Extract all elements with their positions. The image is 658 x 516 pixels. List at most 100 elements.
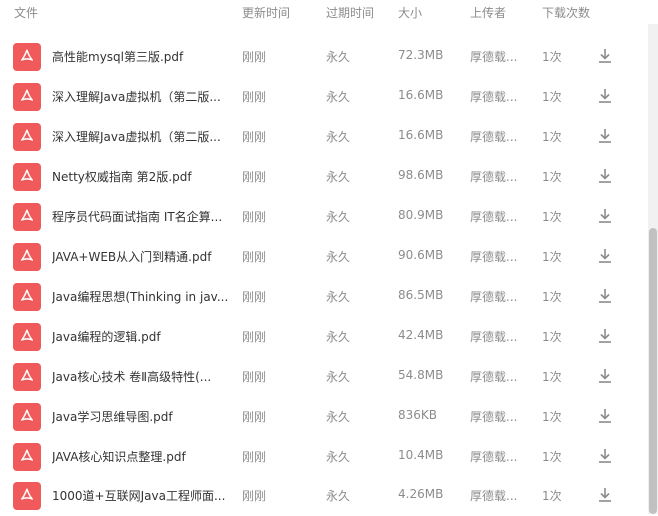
- pdf-file-icon: [13, 243, 41, 271]
- column-header-uploader[interactable]: 上传者: [470, 4, 506, 21]
- file-name[interactable]: JAVA核心知识点整理.pdf: [52, 448, 227, 465]
- updated-time: 刚刚: [242, 290, 267, 304]
- file-size: 10.4MB: [398, 448, 444, 462]
- download-count: 1次: [542, 489, 562, 503]
- expiry-time: 永久: [326, 170, 351, 184]
- download-count: 1次: [542, 410, 562, 424]
- column-header-size[interactable]: 大小: [398, 4, 422, 21]
- uploader: 厚德载...: [470, 370, 518, 384]
- download-icon[interactable]: [596, 327, 614, 345]
- file-name[interactable]: 程序员代码面试指南 IT名企算...: [52, 208, 227, 225]
- file-name[interactable]: Java学习思维导图.pdf: [52, 408, 227, 425]
- download-icon[interactable]: [596, 447, 614, 465]
- uploader: 厚德载...: [470, 50, 518, 64]
- uploader: 厚德载...: [470, 90, 518, 104]
- column-header-file[interactable]: 文件: [14, 4, 38, 21]
- download-icon[interactable]: [596, 367, 614, 385]
- column-header-updated[interactable]: 更新时间: [242, 4, 290, 21]
- file-size: 72.3MB: [398, 48, 444, 62]
- file-name[interactable]: 高性能mysql第三版.pdf: [52, 48, 227, 65]
- file-row[interactable]: JAVA+WEB从入门到精通.pdf 刚刚 永久 90.6MB 厚德载... 1…: [0, 237, 648, 277]
- file-name[interactable]: Java编程思想(Thinking in jav...: [52, 288, 227, 305]
- pdf-file-icon: [13, 163, 41, 191]
- download-icon[interactable]: [596, 207, 614, 225]
- uploader: 厚德载...: [470, 170, 518, 184]
- file-name[interactable]: Java核心技术 卷Ⅱ高级特性(...: [52, 368, 227, 385]
- column-header-expiry[interactable]: 过期时间: [326, 4, 374, 21]
- file-row[interactable]: JAVA核心知识点整理.pdf 刚刚 永久 10.4MB 厚德载... 1次: [0, 437, 648, 477]
- download-icon[interactable]: [596, 47, 614, 65]
- file-name[interactable]: 深入理解Java虚拟机（第二版...: [52, 128, 227, 145]
- uploader: 厚德载...: [470, 489, 518, 503]
- uploader: 厚德载...: [470, 450, 518, 464]
- file-row[interactable]: 深入理解Java虚拟机（第二版... 刚刚 永久 16.6MB 厚德载... 1…: [0, 77, 648, 117]
- pdf-file-icon: [13, 123, 41, 151]
- updated-time: 刚刚: [242, 410, 267, 424]
- expiry-time: 永久: [326, 250, 351, 264]
- file-row[interactable]: Java编程思想(Thinking in jav... 刚刚 永久 86.5MB…: [0, 277, 648, 317]
- pdf-file-icon: [13, 203, 41, 231]
- updated-time: 刚刚: [242, 50, 267, 64]
- download-count: 1次: [542, 130, 562, 144]
- download-count: 1次: [542, 370, 562, 384]
- download-icon[interactable]: [596, 247, 614, 265]
- download-icon[interactable]: [596, 407, 614, 425]
- pdf-file-icon: [13, 43, 41, 71]
- scrollbar-thumb[interactable]: [649, 228, 657, 514]
- file-row[interactable]: Java学习思维导图.pdf 刚刚 永久 836KB 厚德载... 1次: [0, 397, 648, 437]
- file-name[interactable]: 1000道+互联网Java工程师面...: [52, 487, 227, 504]
- file-row[interactable]: Java核心技术 卷Ⅱ高级特性(... 刚刚 永久 54.8MB 厚德载... …: [0, 357, 648, 397]
- download-count: 1次: [542, 450, 562, 464]
- file-name[interactable]: JAVA+WEB从入门到精通.pdf: [52, 248, 227, 265]
- file-size: 836KB: [398, 408, 438, 422]
- updated-time: 刚刚: [242, 330, 267, 344]
- download-count: 1次: [542, 210, 562, 224]
- download-count: 1次: [542, 90, 562, 104]
- expiry-time: 永久: [326, 90, 351, 104]
- download-icon[interactable]: [596, 287, 614, 305]
- uploader: 厚德载...: [470, 330, 518, 344]
- download-count: 1次: [542, 330, 562, 344]
- expiry-time: 永久: [326, 290, 351, 304]
- pdf-file-icon: [13, 363, 41, 391]
- file-row[interactable]: 1000道+互联网Java工程师面... 刚刚 永久 4.26MB 厚德载...…: [0, 476, 648, 516]
- expiry-time: 永久: [326, 450, 351, 464]
- pdf-file-icon: [13, 283, 41, 311]
- updated-time: 刚刚: [242, 90, 267, 104]
- file-name[interactable]: Netty权威指南 第2版.pdf: [52, 168, 227, 185]
- file-row[interactable]: Netty权威指南 第2版.pdf 刚刚 永久 98.6MB 厚德载... 1次: [0, 157, 648, 197]
- file-name[interactable]: 深入理解Java虚拟机（第二版...: [52, 88, 227, 105]
- uploader: 厚德载...: [470, 290, 518, 304]
- download-count: 1次: [542, 290, 562, 304]
- file-row[interactable]: 程序员代码面试指南 IT名企算... 刚刚 永久 80.9MB 厚德载... 1…: [0, 197, 648, 237]
- pdf-file-icon: [13, 83, 41, 111]
- download-count: 1次: [542, 250, 562, 264]
- column-header-downloads[interactable]: 下载次数: [542, 4, 590, 21]
- file-size: 90.6MB: [398, 248, 444, 262]
- expiry-time: 永久: [326, 410, 351, 424]
- expiry-time: 永久: [326, 210, 351, 224]
- file-row[interactable]: 高性能mysql第三版.pdf 刚刚 永久 72.3MB 厚德载... 1次: [0, 37, 648, 77]
- updated-time: 刚刚: [242, 210, 267, 224]
- expiry-time: 永久: [326, 330, 351, 344]
- file-row[interactable]: 深入理解Java虚拟机（第二版... 刚刚 永久 16.6MB 厚德载... 1…: [0, 117, 648, 157]
- file-size: 4.26MB: [398, 487, 444, 501]
- updated-time: 刚刚: [242, 370, 267, 384]
- updated-time: 刚刚: [242, 489, 267, 503]
- pdf-file-icon: [13, 482, 41, 510]
- file-size: 80.9MB: [398, 208, 444, 222]
- uploader: 厚德载...: [470, 410, 518, 424]
- file-size: 16.6MB: [398, 88, 444, 102]
- download-icon[interactable]: [596, 167, 614, 185]
- expiry-time: 永久: [326, 370, 351, 384]
- file-name[interactable]: Java编程的逻辑.pdf: [52, 328, 227, 345]
- updated-time: 刚刚: [242, 130, 267, 144]
- uploader: 厚德载...: [470, 130, 518, 144]
- download-icon[interactable]: [596, 127, 614, 145]
- file-row[interactable]: Java编程的逻辑.pdf 刚刚 永久 42.4MB 厚德载... 1次: [0, 317, 648, 357]
- updated-time: 刚刚: [242, 250, 267, 264]
- download-icon[interactable]: [596, 486, 614, 504]
- expiry-time: 永久: [326, 50, 351, 64]
- expiry-time: 永久: [326, 489, 351, 503]
- download-icon[interactable]: [596, 87, 614, 105]
